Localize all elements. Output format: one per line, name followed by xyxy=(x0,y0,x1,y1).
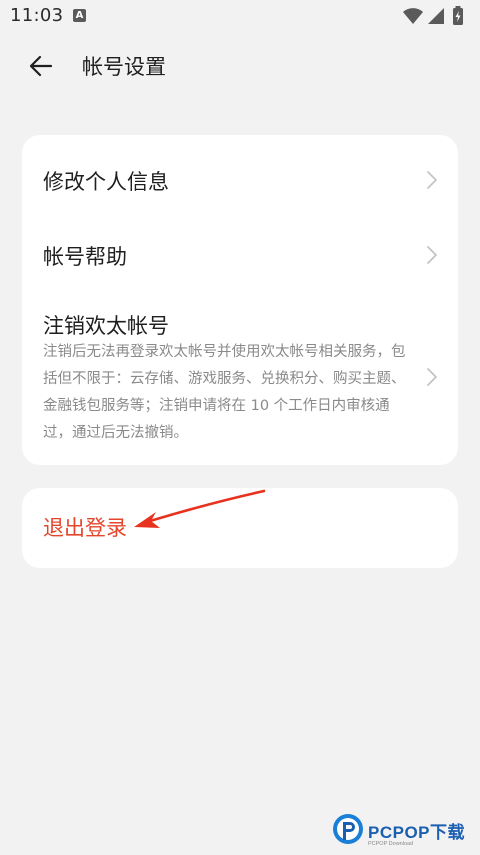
wifi-icon xyxy=(403,8,423,24)
status-bar: 11:03 A xyxy=(0,0,480,34)
item-title: 修改个人信息 xyxy=(43,170,169,194)
deactivate-account-item[interactable]: 注销欢太帐号 注销后无法再登录欢太帐号并使用欢太帐号相关服务，包括但不限于：云存… xyxy=(22,295,458,465)
logout-button[interactable]: 退出登录 xyxy=(43,512,127,542)
status-icons xyxy=(402,6,472,26)
watermark: PCPOP下载 PCPOP Download xyxy=(330,808,480,853)
cellular-signal-icon xyxy=(428,8,444,24)
status-time: 11:03 xyxy=(10,5,64,26)
battery-icon xyxy=(453,6,463,25)
watermark-brand: PCPOP下载 xyxy=(368,823,466,842)
settings-card: 修改个人信息 帐号帮助 注销欢太帐号 注销后无法再登录欢太帐号并使用欢太帐号相关… xyxy=(22,135,458,465)
watermark-subtitle: PCPOP Download xyxy=(368,841,414,847)
page-title: 帐号设置 xyxy=(82,55,166,79)
pcpop-logo-icon xyxy=(333,814,363,844)
arrow-left-icon[interactable] xyxy=(26,52,56,80)
logout-card: 退出登录 xyxy=(22,488,458,568)
item-title: 帐号帮助 xyxy=(43,245,127,269)
item-title: 注销欢太帐号 xyxy=(43,314,169,338)
header: 帐号设置 xyxy=(0,40,480,92)
edit-profile-item[interactable]: 修改个人信息 xyxy=(22,135,458,223)
account-help-item[interactable]: 帐号帮助 xyxy=(22,223,458,295)
item-description: 注销后无法再登录欢太帐号并使用欢太帐号相关服务，包括但不限于：云存储、游戏服务、… xyxy=(43,344,406,441)
notification-a-icon: A xyxy=(73,9,86,22)
chevron-right-icon xyxy=(427,368,437,386)
chevron-right-icon xyxy=(427,246,437,264)
chevron-right-icon xyxy=(427,171,437,189)
